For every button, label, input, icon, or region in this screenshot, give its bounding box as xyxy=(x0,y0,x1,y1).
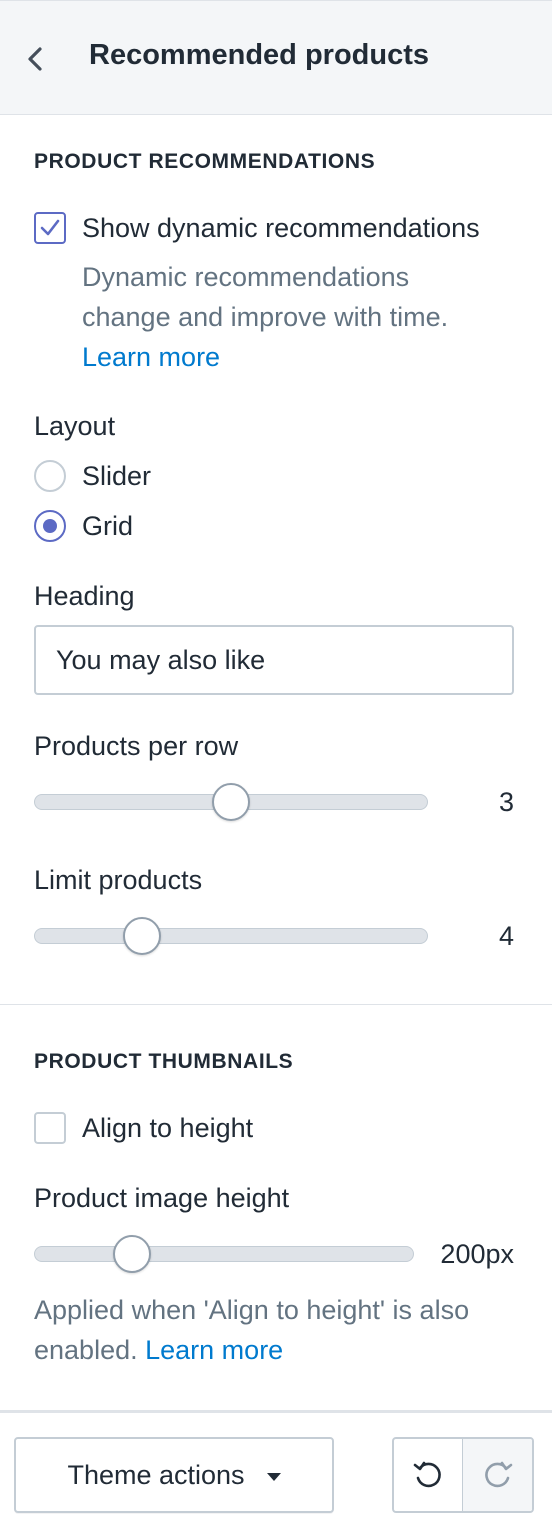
image-height-help: Applied when 'Align to height' is also e… xyxy=(34,1290,469,1370)
radio-grid[interactable] xyxy=(34,510,66,542)
heading-input[interactable] xyxy=(34,625,514,695)
limit-products-value: 4 xyxy=(498,921,514,951)
show-dynamic-help: Dynamic recommendations change and impro… xyxy=(82,257,448,377)
caret-down-icon xyxy=(266,1473,281,1481)
image-height-label: Product image height xyxy=(34,1183,290,1213)
limit-products-thumb[interactable] xyxy=(123,917,161,955)
limit-products-track[interactable] xyxy=(34,928,428,944)
help-text-line: Dynamic recommendations xyxy=(82,262,410,292)
radio-slider[interactable] xyxy=(34,460,66,492)
learn-more-link[interactable]: Learn more xyxy=(145,1335,283,1365)
radio-grid-label[interactable]: Grid xyxy=(82,511,133,542)
theme-actions-button[interactable]: Theme actions xyxy=(14,1437,334,1513)
undo-icon xyxy=(413,1461,441,1488)
help-text-line: enabled. Learn more xyxy=(34,1330,469,1370)
limit-products-label: Limit products xyxy=(34,865,203,895)
show-dynamic-checkbox[interactable] xyxy=(34,212,66,244)
image-height-value: 200px xyxy=(440,1239,514,1269)
section-title-thumbnails: PRODUCT THUMBNAILS xyxy=(34,1050,294,1073)
radio-slider-label[interactable]: Slider xyxy=(82,461,151,492)
help-text-line: Applied when 'Align to height' is also xyxy=(34,1295,470,1325)
learn-more-link[interactable]: Learn more xyxy=(82,337,448,377)
history-button-group xyxy=(392,1437,534,1513)
help-text-prefix: enabled. xyxy=(34,1335,138,1365)
redo-button[interactable] xyxy=(463,1439,532,1511)
products-per-row-value: 3 xyxy=(498,787,514,817)
show-dynamic-label[interactable]: Show dynamic recommendations xyxy=(82,213,480,244)
layout-label: Layout xyxy=(34,411,116,441)
redo-icon xyxy=(484,1461,512,1488)
section-divider xyxy=(0,1004,552,1005)
undo-button[interactable] xyxy=(394,1439,463,1511)
products-per-row-thumb[interactable] xyxy=(212,783,250,821)
page-title: Recommended products xyxy=(89,39,429,71)
image-height-thumb[interactable] xyxy=(112,1235,151,1273)
checkmark-icon xyxy=(40,219,60,236)
products-per-row-label: Products per row xyxy=(34,731,239,761)
section-title-recommendations: PRODUCT RECOMMENDATIONS xyxy=(34,150,376,173)
image-height-track[interactable] xyxy=(34,1246,414,1262)
help-text-line: change and improve with time. xyxy=(82,302,449,332)
chevron-left-icon xyxy=(28,47,42,71)
footer-bar: Theme actions xyxy=(0,1410,552,1524)
back-button[interactable] xyxy=(18,41,52,77)
theme-actions-label: Theme actions xyxy=(67,1459,245,1490)
panel-header: Recommended products xyxy=(0,0,552,115)
align-to-height-checkbox[interactable] xyxy=(34,1112,66,1144)
align-to-height-label[interactable]: Align to height xyxy=(82,1113,253,1144)
heading-label: Heading xyxy=(34,581,135,611)
